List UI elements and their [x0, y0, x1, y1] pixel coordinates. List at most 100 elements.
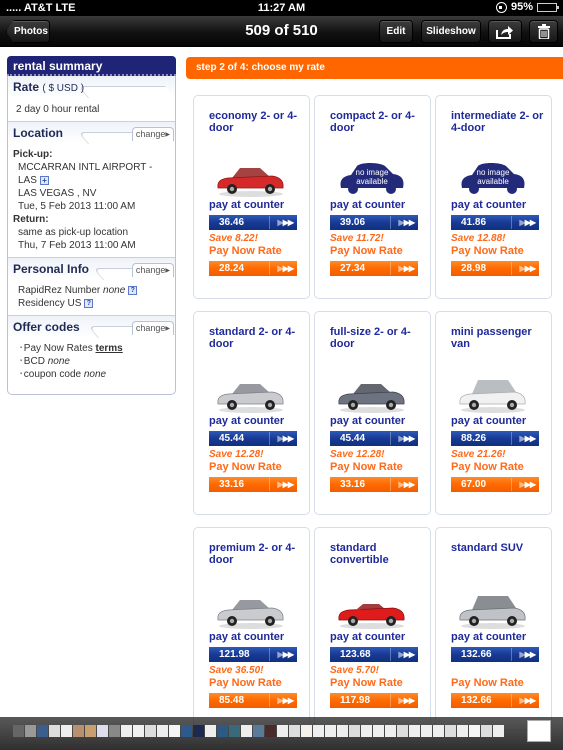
- photo-thumbnail[interactable]: [397, 725, 408, 737]
- photo-thumbnail[interactable]: [85, 725, 96, 737]
- photo-thumbnail[interactable]: [349, 725, 360, 737]
- no-image-text: available: [477, 177, 509, 186]
- photo-thumbnail[interactable]: [109, 725, 120, 737]
- car-class-card[interactable]: mini passenger van pay at counter 88.26 ▶…: [435, 311, 552, 515]
- pay-at-counter-price-button[interactable]: 39.06 ▶▶▶: [330, 215, 418, 230]
- expand-plus-icon[interactable]: +: [39, 176, 49, 185]
- car-class-name[interactable]: standard convertible: [330, 542, 425, 566]
- car-class-card[interactable]: standard 2- or 4-door pay at counter 45.…: [193, 311, 310, 515]
- car-class-card[interactable]: standard SUV pay at counter 132.66 ▶▶▶ Pa…: [435, 527, 552, 731]
- location-change-link[interactable]: change▶: [131, 127, 174, 141]
- photo-thumbnail[interactable]: [25, 725, 36, 737]
- car-class-card[interactable]: compact 2- or 4-door no image available …: [314, 95, 431, 299]
- pay-now-price-button[interactable]: 67.00 ▶▶▶: [451, 477, 539, 492]
- arrows-icon: ▶▶▶: [398, 480, 416, 489]
- delete-button[interactable]: [529, 20, 558, 43]
- photo-thumbnail[interactable]: [181, 725, 192, 737]
- photo-thumbnail[interactable]: [241, 725, 252, 737]
- photo-thumbnail[interactable]: [301, 725, 312, 737]
- pay-now-price-button[interactable]: 28.24 ▶▶▶: [209, 261, 297, 276]
- photo-thumbnail[interactable]: [37, 725, 48, 737]
- photo-thumbnail[interactable]: [445, 725, 456, 737]
- car-class-name[interactable]: intermediate 2- or 4-door: [451, 110, 546, 134]
- pay-at-counter-price-button[interactable]: 36.46 ▶▶▶: [209, 215, 297, 230]
- current-thumbnail[interactable]: [527, 720, 551, 742]
- pay-at-counter-price-button[interactable]: 132.66 ▶▶▶: [451, 647, 539, 662]
- battery-icon: [537, 2, 559, 12]
- photo-thumbnail[interactable]: [133, 725, 144, 737]
- counter-price: 45.44: [340, 433, 366, 444]
- photo-thumbnail[interactable]: [277, 725, 288, 737]
- pay-at-counter-price-button[interactable]: 45.44 ▶▶▶: [330, 431, 418, 446]
- location-title: Location: [13, 126, 63, 140]
- photo-thumbnail[interactable]: [337, 725, 348, 737]
- car-class-name[interactable]: mini passenger van: [451, 326, 546, 350]
- photo-thumbnail[interactable]: [169, 725, 180, 737]
- car-class-name[interactable]: economy 2- or 4-door: [209, 110, 304, 134]
- photo-thumbnail[interactable]: [409, 725, 420, 737]
- photo-thumbnail[interactable]: [361, 725, 372, 737]
- car-class-name[interactable]: compact 2- or 4-door: [330, 110, 425, 134]
- share-button[interactable]: [488, 20, 522, 43]
- car-class-name[interactable]: standard 2- or 4-door: [209, 326, 304, 350]
- photo-thumbnail[interactable]: [61, 725, 72, 737]
- arrows-icon: ▶▶▶: [398, 218, 416, 227]
- photo-thumbnail[interactable]: [205, 725, 216, 737]
- photo-thumbnail[interactable]: [421, 725, 432, 737]
- photo-thumbnail[interactable]: [373, 725, 384, 737]
- offer-codes-change-link[interactable]: change▶: [131, 321, 174, 335]
- car-class-card[interactable]: full-size 2- or 4-door pay at counter 45…: [314, 311, 431, 515]
- photo-thumbnail[interactable]: [265, 725, 276, 737]
- car-class-name[interactable]: standard SUV: [451, 542, 546, 554]
- photo-thumbnail[interactable]: [217, 725, 228, 737]
- photo-thumbnail[interactable]: [289, 725, 300, 737]
- photo-thumbnail[interactable]: [157, 725, 168, 737]
- pay-now-price-button[interactable]: 33.16 ▶▶▶: [330, 477, 418, 492]
- pay-at-counter-label: pay at counter: [330, 631, 406, 643]
- photo-thumbnail[interactable]: [13, 725, 24, 737]
- help-icon[interactable]: ?: [128, 286, 138, 295]
- photo-thumbnail[interactable]: [121, 725, 132, 737]
- car-class-card[interactable]: intermediate 2- or 4-door no image avail…: [435, 95, 552, 299]
- car-class-card[interactable]: economy 2- or 4-door pay at counter 36.4…: [193, 95, 310, 299]
- pay-now-price-button[interactable]: 27.34 ▶▶▶: [330, 261, 418, 276]
- arrows-icon: ▶▶▶: [277, 264, 295, 273]
- terms-link[interactable]: terms: [96, 343, 123, 354]
- car-class-card[interactable]: standard convertible pay at counter 123.…: [314, 527, 431, 731]
- photo-thumbnail[interactable]: [145, 725, 156, 737]
- edit-button[interactable]: Edit: [379, 20, 413, 43]
- photo-thumbnail[interactable]: [481, 725, 492, 737]
- photo-thumbnail[interactable]: [433, 725, 444, 737]
- car-class-card[interactable]: premium 2- or 4-door pay at counter 121.…: [193, 527, 310, 731]
- photo-thumbnail[interactable]: [253, 725, 264, 737]
- photo-thumbnail[interactable]: [493, 725, 504, 737]
- photo-thumbnail[interactable]: [457, 725, 468, 737]
- pay-now-price-button[interactable]: 28.98 ▶▶▶: [451, 261, 539, 276]
- photo-thumbnail[interactable]: [325, 725, 336, 737]
- pay-now-price-button[interactable]: 85.48 ▶▶▶: [209, 693, 297, 708]
- photo-thumbnail[interactable]: [49, 725, 60, 737]
- car-class-name[interactable]: premium 2- or 4-door: [209, 542, 304, 566]
- photo-thumbnail[interactable]: [385, 725, 396, 737]
- photo-thumbnail-scrubber[interactable]: [0, 717, 563, 750]
- slideshow-button[interactable]: Slideshow: [421, 20, 481, 43]
- photo-thumbnail[interactable]: [229, 725, 240, 737]
- car-photo: [217, 168, 284, 197]
- photo-thumbnail[interactable]: [313, 725, 324, 737]
- pay-now-price-button[interactable]: 132.66 ▶▶▶: [451, 693, 539, 708]
- pay-at-counter-price-button[interactable]: 41.86 ▶▶▶: [451, 215, 539, 230]
- photo-thumbnail[interactable]: [97, 725, 108, 737]
- pay-at-counter-price-button[interactable]: 123.68 ▶▶▶: [330, 647, 418, 662]
- photo-thumbnail[interactable]: [73, 725, 84, 737]
- arrows-icon: ▶▶▶: [277, 218, 295, 227]
- photo-thumbnail[interactable]: [193, 725, 204, 737]
- photo-thumbnail[interactable]: [469, 725, 480, 737]
- pay-now-price-button[interactable]: 117.98 ▶▶▶: [330, 693, 418, 708]
- personal-info-change-link[interactable]: change▶: [131, 263, 174, 277]
- pay-at-counter-price-button[interactable]: 121.98 ▶▶▶: [209, 647, 297, 662]
- car-class-name[interactable]: full-size 2- or 4-door: [330, 326, 425, 350]
- pay-at-counter-price-button[interactable]: 88.26 ▶▶▶: [451, 431, 539, 446]
- help-icon[interactable]: ?: [84, 299, 94, 308]
- pay-at-counter-price-button[interactable]: 45.44 ▶▶▶: [209, 431, 297, 446]
- pay-now-price-button[interactable]: 33.16 ▶▶▶: [209, 477, 297, 492]
